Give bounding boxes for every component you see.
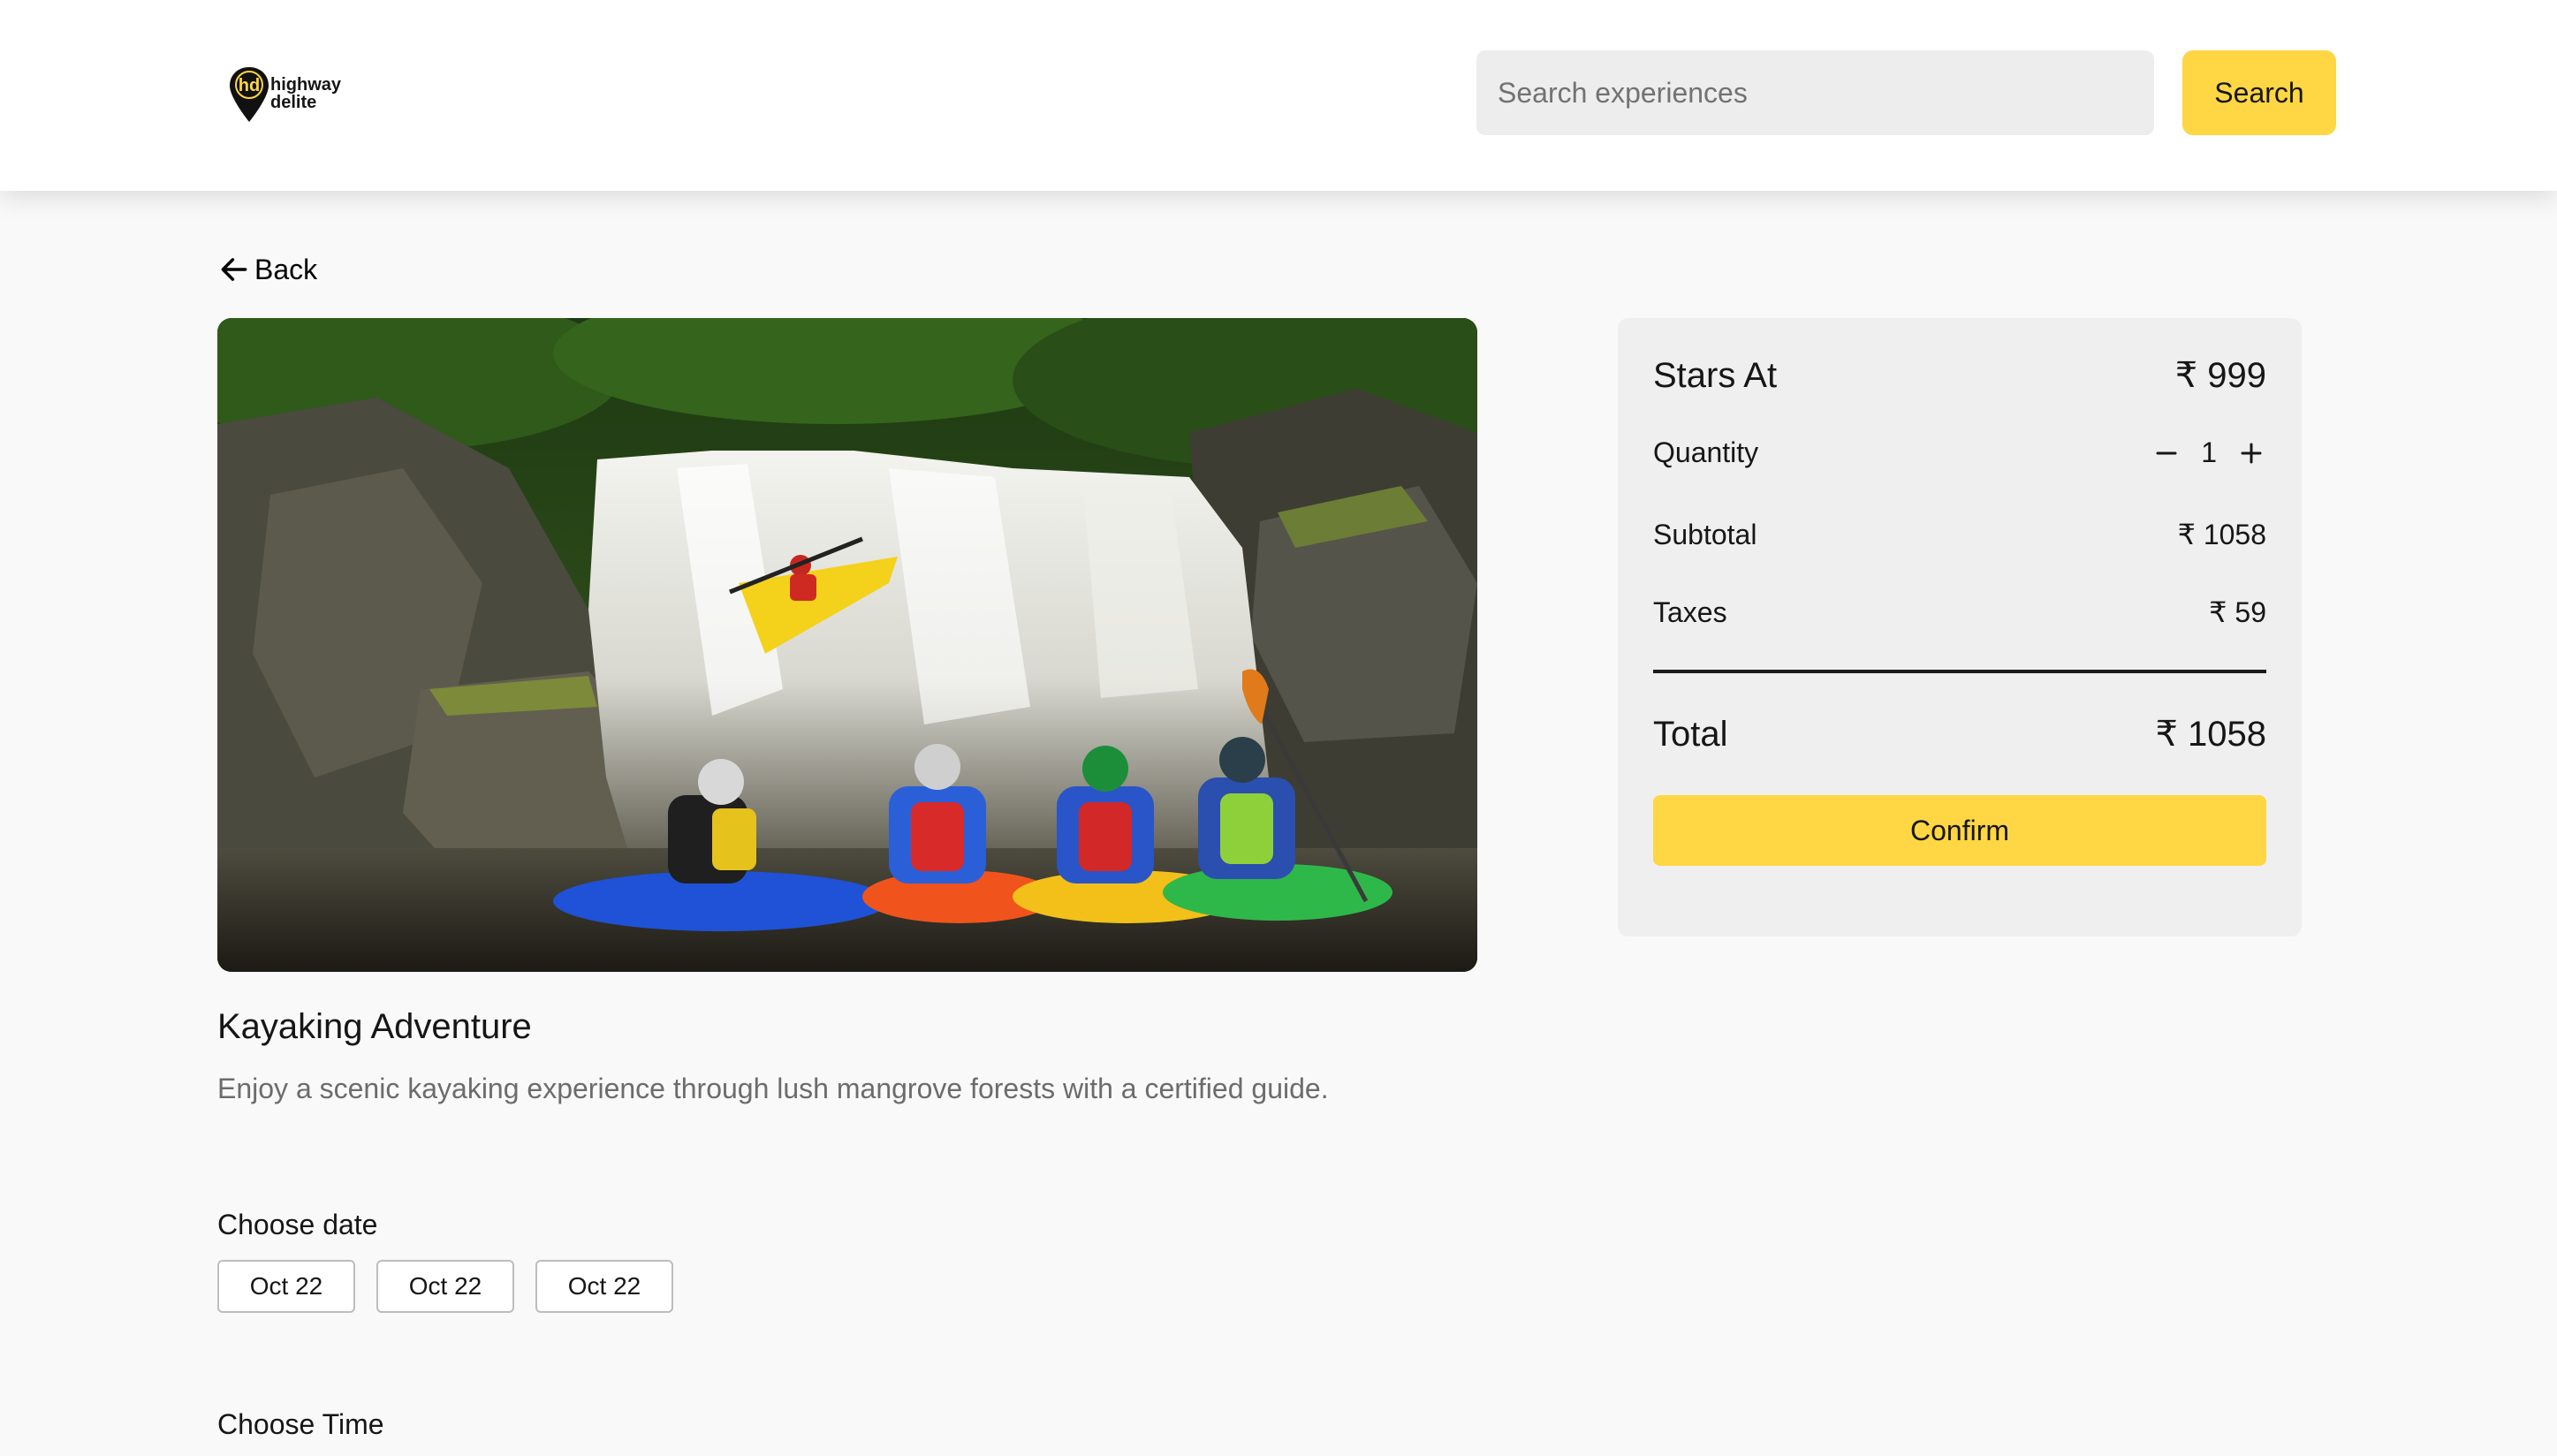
experience-image (217, 318, 1477, 972)
total-value: ₹ 1058 (2155, 715, 2266, 754)
logo[interactable]: hd highway delite (228, 65, 360, 124)
date-option[interactable]: Oct 22 (376, 1260, 514, 1313)
minus-icon[interactable] (2151, 438, 2181, 468)
back-link[interactable]: Back (217, 249, 317, 290)
search-button[interactable]: Search (2182, 50, 2336, 135)
taxes-row: Taxes ₹ 59 (1653, 595, 2266, 629)
date-options: Oct 22 Oct 22 Oct 22 (217, 1260, 673, 1313)
back-label: Back (254, 253, 318, 285)
subtotal-label: Subtotal (1653, 518, 1757, 550)
quantity-row: Quantity 1 (1653, 436, 2266, 469)
total-row: Total ₹ 1058 (1653, 714, 2266, 755)
plus-icon[interactable] (2236, 438, 2266, 468)
logo-wordmark: highway delite (270, 75, 342, 112)
search-input[interactable] (1476, 50, 2154, 135)
experience-title: Kayaking Adventure (217, 1007, 532, 1046)
divider (1653, 670, 2266, 673)
quantity-value: 1 (2201, 436, 2217, 468)
quantity-label: Quantity (1653, 436, 1759, 468)
experience-description: Enjoy a scenic kayaking experience throu… (217, 1073, 1329, 1104)
taxes-label: Taxes (1653, 595, 1727, 628)
top-header: hd highway delite Search (0, 0, 2557, 191)
svg-text:hd: hd (239, 76, 260, 95)
subtotal-row: Subtotal ₹ 1058 (1653, 518, 2266, 551)
quantity-stepper: 1 (2151, 436, 2266, 469)
booking-summary-card: Stars At ₹ 999 Quantity 1 Subtotal ₹ 105… (1618, 318, 2302, 937)
arrow-left-icon (221, 258, 247, 281)
total-label: Total (1653, 714, 1728, 754)
starts-at-price: ₹ 999 (2174, 356, 2266, 395)
confirm-button[interactable]: Confirm (1653, 795, 2266, 866)
date-option[interactable]: Oct 22 (217, 1260, 355, 1313)
starts-at-label: Stars At (1653, 355, 1778, 395)
choose-date-label: Choose date (217, 1209, 378, 1240)
logo-pin-icon: hd (230, 67, 269, 122)
taxes-value: ₹ 59 (2209, 596, 2266, 628)
subtotal-value: ₹ 1058 (2177, 519, 2266, 550)
choose-time-label: Choose Time (217, 1408, 384, 1440)
starts-at-row: Stars At ₹ 999 (1653, 355, 2266, 396)
date-option[interactable]: Oct 22 (535, 1260, 673, 1313)
